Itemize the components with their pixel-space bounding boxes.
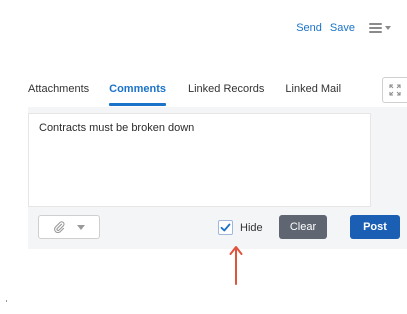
chevron-down-icon — [77, 224, 85, 230]
tab-attachments[interactable]: Attachments — [28, 77, 89, 95]
chevron-down-icon — [385, 26, 391, 30]
comment-textarea[interactable]: Contracts must be broken down — [28, 113, 371, 207]
tab-label: Attachments — [28, 83, 90, 95]
tab-linked-mail[interactable]: Linked Mail — [285, 77, 341, 95]
hide-checkbox[interactable] — [218, 220, 233, 235]
tab-linked-records[interactable]: Linked Records — [188, 77, 264, 95]
tab-bar: Attachments Comments Linked Records Link… — [28, 77, 407, 107]
comment-toolbar: Hide Clear Post — [28, 215, 407, 249]
paperclip-icon — [54, 221, 65, 233]
hamburger-menu-icon[interactable] — [369, 23, 391, 33]
checkmark-icon — [220, 223, 231, 232]
tab-comments[interactable]: Comments — [109, 77, 166, 106]
stray-mark — [6, 300, 7, 302]
header-actions: Send Save — [296, 22, 391, 34]
hide-label: Hide — [240, 221, 263, 234]
hide-option: Hide — [218, 220, 263, 235]
tab-label: Comments — [109, 83, 166, 95]
tab-label: Linked Mail — [285, 83, 342, 95]
comments-panel: Attachments Comments Linked Records Link… — [28, 77, 407, 249]
comment-text: Contracts must be broken down — [39, 122, 195, 134]
send-button[interactable]: Send — [296, 22, 322, 34]
tab-label: Linked Records — [187, 83, 265, 95]
save-button[interactable]: Save — [330, 22, 355, 34]
clear-button[interactable]: Clear — [279, 215, 327, 239]
red-arrow-up-icon — [229, 246, 243, 285]
expand-button[interactable] — [382, 77, 407, 103]
attach-button[interactable] — [38, 215, 100, 239]
post-button[interactable]: Post — [350, 215, 400, 239]
active-tab-indicator — [109, 103, 166, 106]
expand-icon — [389, 84, 401, 96]
